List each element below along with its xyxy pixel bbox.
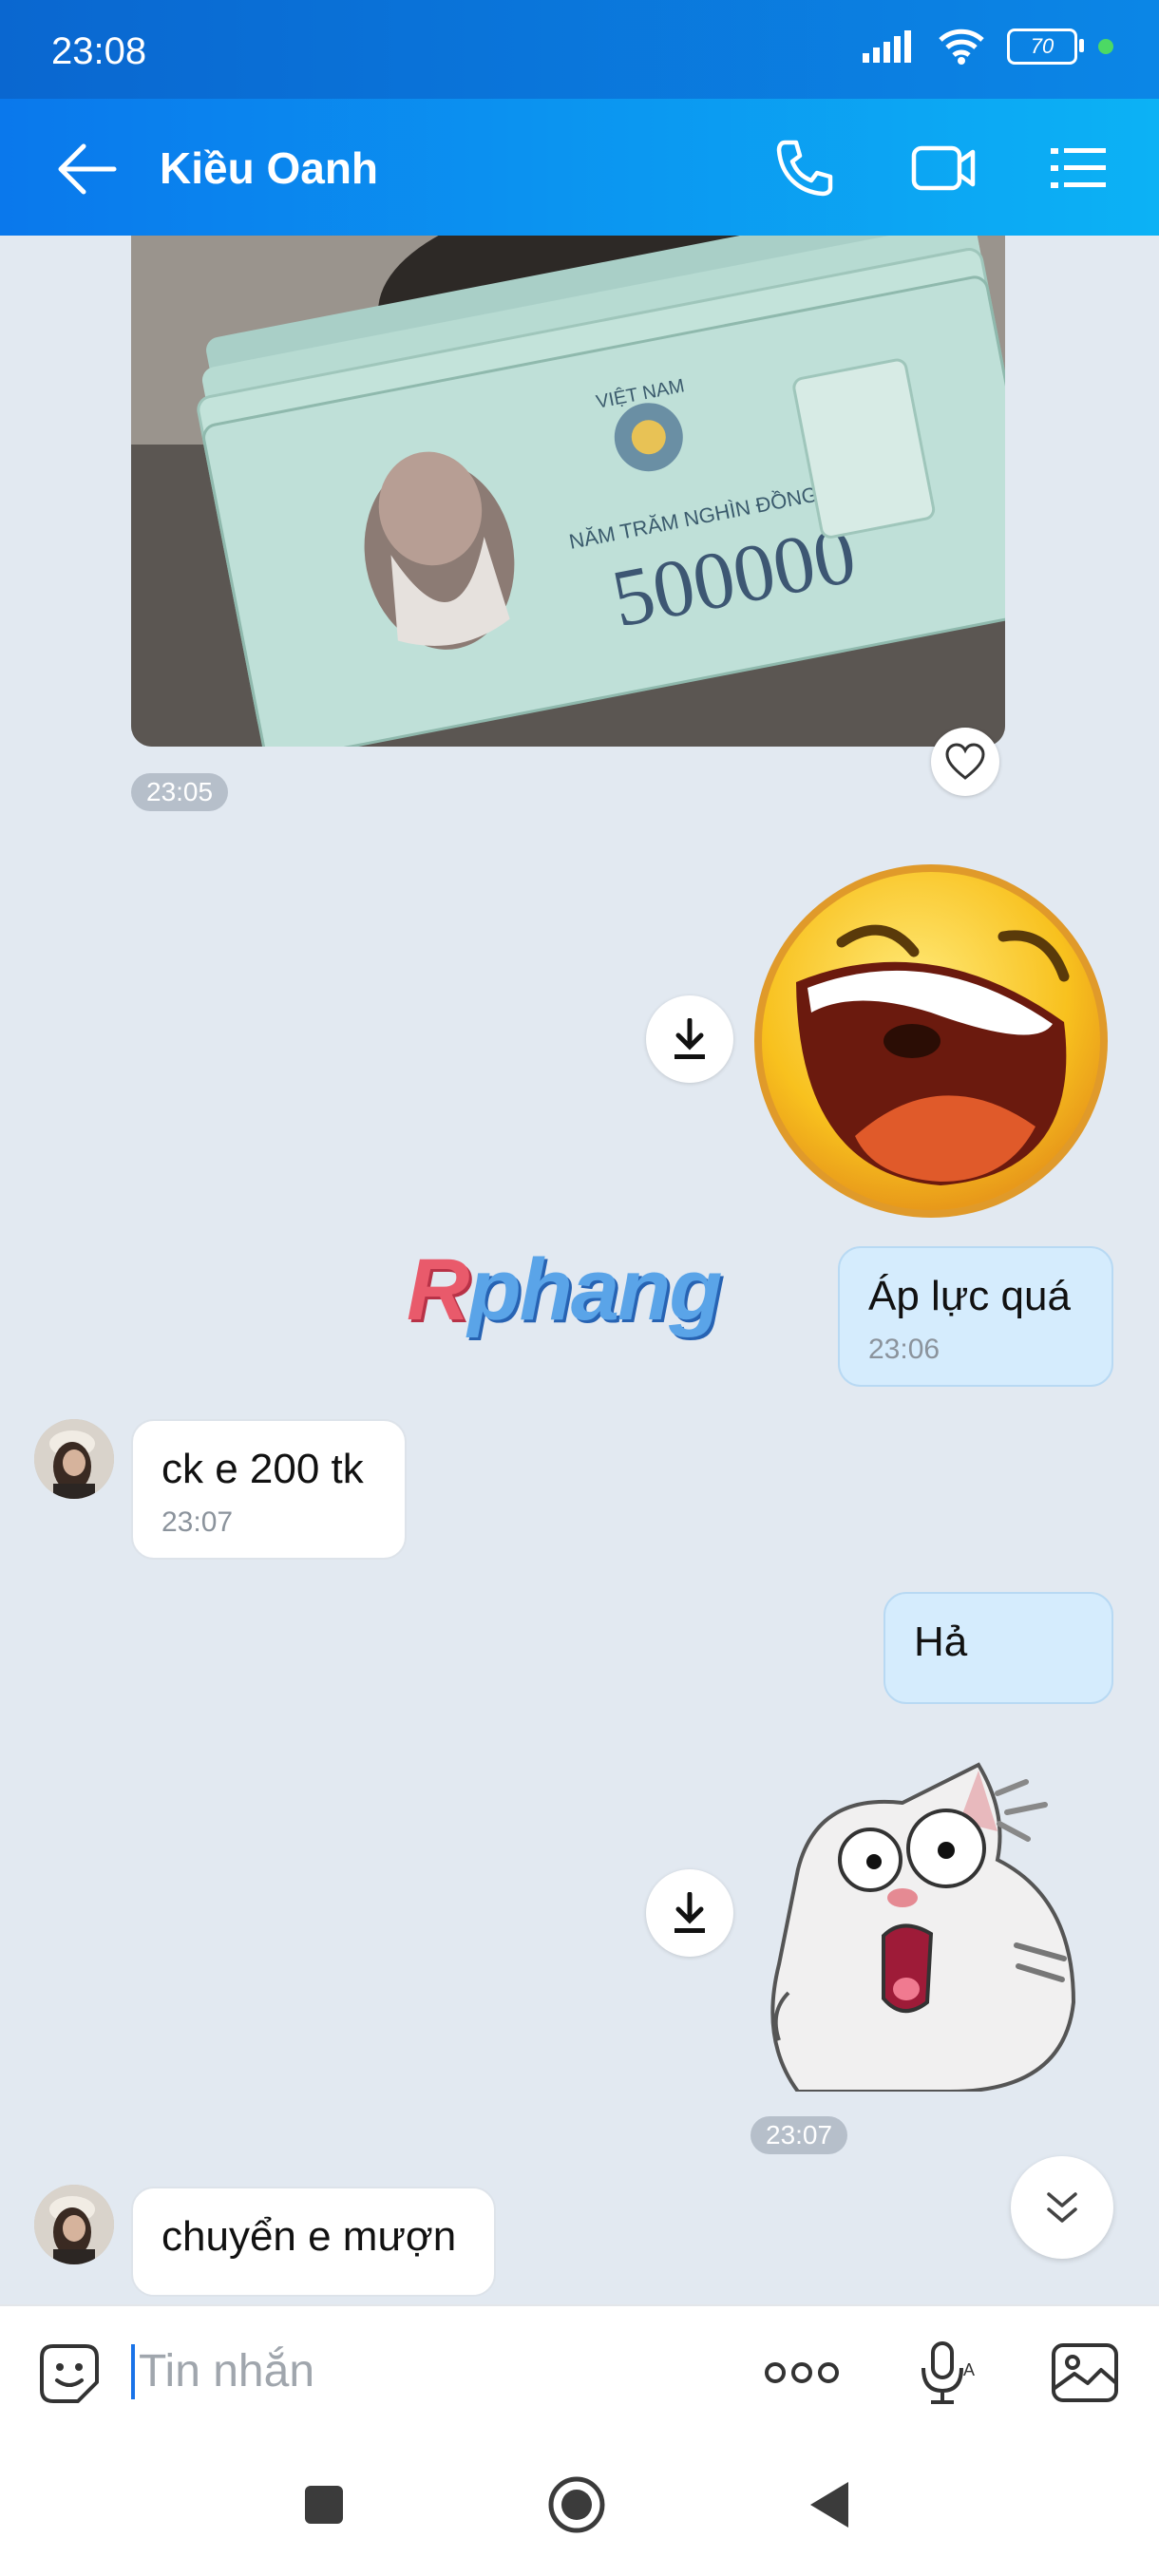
shocked-cat-sticker[interactable] xyxy=(760,1755,1112,2092)
contact-name[interactable]: Kiều Oanh xyxy=(160,142,378,194)
download-button[interactable] xyxy=(646,995,733,1083)
message-text: Áp lực quá xyxy=(868,1273,1071,1319)
voice-to-text-button[interactable]: A xyxy=(908,2335,984,2411)
download-icon xyxy=(674,1892,705,1933)
react-heart-button[interactable] xyxy=(931,728,999,796)
download-button[interactable] xyxy=(646,1869,733,1957)
heart-icon xyxy=(945,743,985,780)
message-time: 23:07 xyxy=(750,2116,848,2154)
laughing-emoji-sticker[interactable] xyxy=(750,861,1112,1222)
home-button[interactable] xyxy=(543,2472,610,2538)
back-arrow-icon[interactable] xyxy=(55,141,122,198)
contact-avatar[interactable] xyxy=(34,1419,114,1499)
svg-text:A: A xyxy=(963,2360,975,2379)
status-bar: 23:08 70 xyxy=(0,0,1159,99)
photo-message[interactable]: NĂM TRĂM NGHÌN ĐỒNG VIỆT NAM 500000 xyxy=(131,236,1005,747)
message-text: ck e 200 tk xyxy=(162,1446,364,1492)
avatar-image xyxy=(34,2185,114,2264)
message-bubble-outgoing[interactable]: Áp lực quá 23:06 xyxy=(838,1246,1113,1387)
banknotes-photo: NĂM TRĂM NGHÌN ĐỒNG VIỆT NAM 500000 xyxy=(131,236,1005,747)
message-time: 23:06 xyxy=(868,1334,940,1365)
download-icon xyxy=(674,1018,705,1059)
message-bubble-incoming[interactable]: chuyển e mượn xyxy=(131,2187,496,2297)
microphone-icon: A xyxy=(922,2341,975,2404)
text-cursor xyxy=(131,2344,135,2399)
more-dots-icon xyxy=(765,2362,839,2383)
square-icon xyxy=(305,2486,343,2524)
active-dot xyxy=(1098,39,1113,54)
message-text: chuyển e mượn xyxy=(162,2213,457,2260)
watermark-logo: Rphang xyxy=(407,1241,722,1338)
battery-level: 70 xyxy=(1030,34,1054,58)
sticker-emoji-icon[interactable] xyxy=(34,2339,104,2409)
chat-header: Kiều Oanh xyxy=(0,99,1159,236)
message-input-bar: A xyxy=(0,2304,1159,2430)
home-circle-icon xyxy=(548,2476,605,2533)
message-time: 23:05 xyxy=(131,773,229,811)
image-icon xyxy=(1052,2343,1118,2402)
scroll-to-bottom-button[interactable] xyxy=(1011,2156,1113,2259)
status-time: 23:08 xyxy=(51,30,147,72)
more-options-button[interactable] xyxy=(764,2335,840,2411)
recents-button[interactable] xyxy=(291,2472,357,2538)
back-button[interactable] xyxy=(796,2472,863,2538)
message-bubble-outgoing[interactable]: Hả xyxy=(884,1592,1113,1704)
phone-call-icon[interactable] xyxy=(771,135,838,201)
menu-list-icon[interactable] xyxy=(1045,135,1112,201)
video-call-icon[interactable] xyxy=(910,135,977,201)
contact-avatar[interactable] xyxy=(34,2185,114,2264)
battery-icon: 70 xyxy=(1007,28,1084,65)
chat-area[interactable]: NĂM TRĂM NGHÌN ĐỒNG VIỆT NAM 500000 23:0… xyxy=(0,236,1159,2304)
system-nav-bar xyxy=(0,2428,1159,2576)
message-time: 23:07 xyxy=(162,1506,234,1538)
back-triangle-icon xyxy=(810,2482,848,2528)
avatar-image xyxy=(34,1419,114,1499)
image-picker-button[interactable] xyxy=(1047,2335,1123,2411)
message-text: Hả xyxy=(914,1619,968,1665)
double-chevron-down-icon xyxy=(1047,2192,1077,2223)
status-icons: 70 xyxy=(863,28,1113,65)
wifi-icon xyxy=(939,28,984,65)
message-bubble-incoming[interactable]: ck e 200 tk 23:07 xyxy=(131,1419,407,1560)
message-input[interactable] xyxy=(137,2337,711,2405)
signal-icon xyxy=(863,30,911,63)
